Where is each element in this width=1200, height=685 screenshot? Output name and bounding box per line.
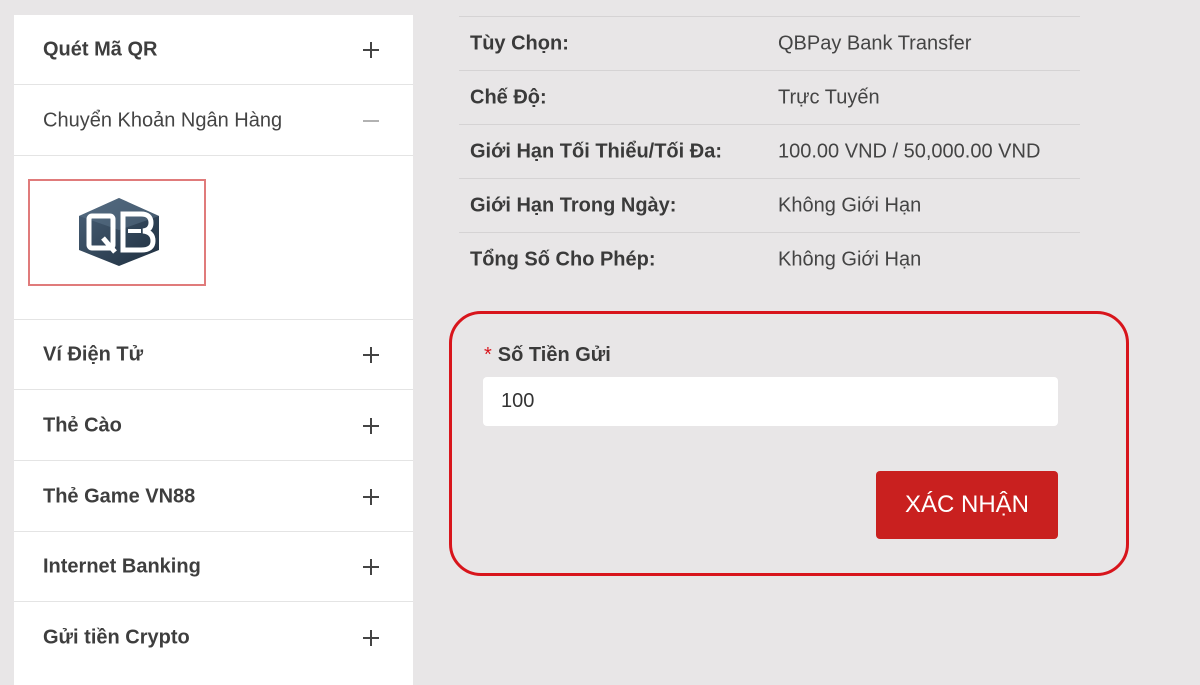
info-key: Tổng Số Cho Phép: [470, 248, 656, 270]
payment-info-table: Tùy Chọn: QBPay Bank Transfer Chế Độ: Tr… [459, 16, 1080, 286]
menu-item-label: Internet Banking [43, 555, 201, 577]
deposit-form: *Số Tiền Gửi XÁC NHẬN [449, 311, 1129, 576]
info-row-min-max: Giới Hạn Tối Thiểu/Tối Đa: 100.00 VND / … [459, 125, 1080, 179]
bank-transfer-panel [14, 157, 413, 320]
menu-item-scratch-card[interactable]: Thẻ Cào [14, 391, 413, 461]
menu-item-crypto[interactable]: Gửi tiền Crypto [14, 603, 413, 673]
required-marker: * [484, 344, 492, 366]
bank-option-qbpay[interactable] [28, 179, 206, 286]
info-value: 100.00 VND / 50,000.00 VND [778, 140, 1041, 162]
info-row-daily-limit: Giới Hạn Trong Ngày: Không Giới Hạn [459, 179, 1080, 233]
menu-item-label: Thẻ Cào [43, 414, 122, 436]
menu-item-bank-transfer[interactable]: Chuyển Khoản Ngân Hàng [14, 86, 413, 156]
info-row-option: Tùy Chọn: QBPay Bank Transfer [459, 17, 1080, 71]
plus-icon[interactable] [362, 558, 380, 576]
plus-icon[interactable] [362, 41, 380, 59]
amount-field-label: * Số Tiền Gửi [484, 344, 611, 367]
menu-item-game-card[interactable]: Thẻ Game VN88 [14, 462, 413, 532]
plus-icon[interactable] [362, 417, 380, 435]
info-key: Giới Hạn Tối Thiểu/Tối Đa: [470, 140, 722, 162]
payment-method-menu: Quét Mã QR Chuyển Khoản Ngân Hàng Ví Điệ… [14, 15, 413, 685]
menu-item-label: Thẻ Game VN88 [43, 485, 196, 507]
info-value: QBPay Bank Transfer [778, 32, 972, 54]
info-row-total-allowed: Tổng Số Cho Phép: Không Giới Hạn [459, 233, 1080, 286]
amount-input[interactable] [483, 377, 1058, 426]
menu-item-qr[interactable]: Quét Mã QR [14, 15, 413, 85]
confirm-button[interactable]: XÁC NHẬN [876, 471, 1058, 539]
amount-label-text: Số Tiền Gửi [497, 344, 611, 366]
menu-item-label: Quét Mã QR [43, 38, 158, 60]
info-value: Trực Tuyến [778, 86, 880, 108]
info-key: Tùy Chọn: [470, 32, 569, 54]
info-key: Chế Độ: [470, 86, 547, 108]
info-value: Không Giới Hạn [778, 194, 922, 216]
menu-item-ewallet[interactable]: Ví Điện Tử [14, 320, 413, 390]
plus-icon[interactable] [362, 488, 380, 506]
plus-icon[interactable] [362, 346, 380, 364]
menu-item-internet-banking[interactable]: Internet Banking [14, 532, 413, 602]
info-row-mode: Chế Độ: Trực Tuyến [459, 71, 1080, 125]
info-key: Giới Hạn Trong Ngày: [470, 194, 677, 216]
plus-icon[interactable] [362, 629, 380, 647]
qbpay-logo [79, 198, 159, 266]
info-value: Không Giới Hạn [778, 248, 922, 270]
menu-item-label: Chuyển Khoản Ngân Hàng [43, 109, 283, 131]
menu-item-label: Ví Điện Tử [43, 343, 144, 365]
menu-item-label: Gửi tiền Crypto [43, 626, 190, 649]
minus-icon[interactable] [362, 112, 380, 130]
